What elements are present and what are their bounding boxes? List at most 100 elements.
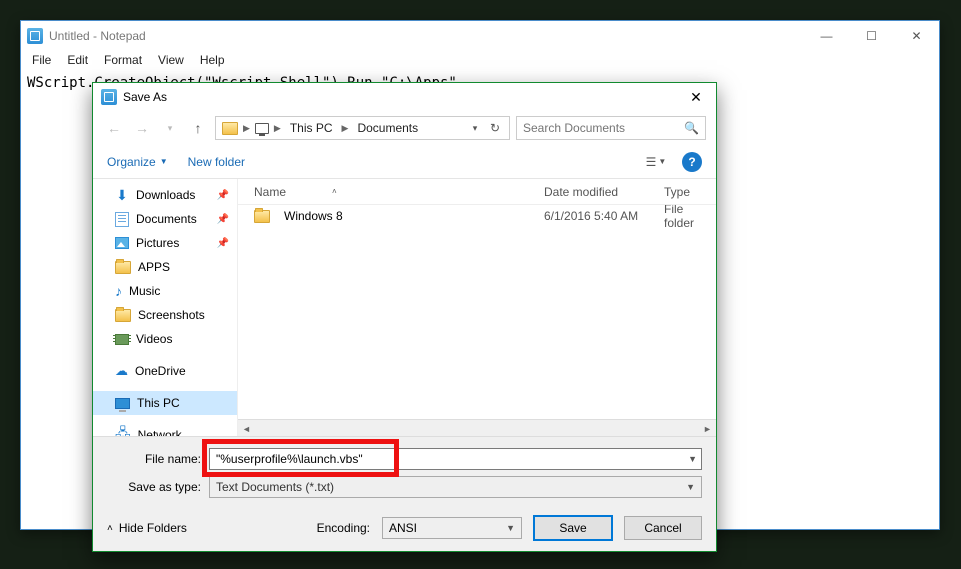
address-dropdown-icon[interactable]: ▾	[465, 117, 485, 139]
chevron-down-icon[interactable]: ▼	[506, 523, 515, 533]
tree-item-network[interactable]: 🖧Network	[93, 423, 237, 436]
saveas-icon	[101, 89, 117, 105]
saveas-toolbar: Organize ▼ New folder ☰ ▼ ?	[93, 145, 716, 179]
documents-icon	[115, 212, 129, 227]
address-bar[interactable]: ▶ ▶ This PC ▶ Documents ▾ ↻	[215, 116, 510, 140]
close-button[interactable]: ✕	[894, 21, 939, 51]
column-type[interactable]: Type	[658, 185, 716, 199]
help-button[interactable]: ?	[682, 152, 702, 172]
file-type: File folder	[658, 205, 716, 230]
tree-item-onedrive[interactable]: ☁ OneDrive	[93, 359, 237, 383]
chevron-down-icon[interactable]: ▼	[688, 454, 697, 464]
minimize-button[interactable]: —	[804, 21, 849, 51]
saveas-navbar: ← → ▾ ↑ ▶ ▶ This PC ▶ Documents ▾ ↻ 🔍	[93, 111, 716, 145]
column-name-label: Name	[254, 185, 286, 199]
chevron-down-icon: ▼	[658, 157, 666, 166]
maximize-button[interactable]: ☐	[849, 21, 894, 51]
menu-file[interactable]: File	[25, 51, 58, 71]
saveas-titlebar[interactable]: Save As ✕	[93, 83, 716, 111]
scroll-track[interactable]	[255, 420, 699, 436]
file-row[interactable]: Windows 86/1/2016 5:40 AMFile folder	[238, 205, 716, 227]
search-icon[interactable]: 🔍	[684, 121, 699, 135]
tree-item-downloads[interactable]: ⬇ Downloads 📌	[93, 183, 237, 207]
onedrive-icon: ☁	[115, 363, 128, 379]
nav-recent-icon[interactable]: ▾	[159, 117, 181, 139]
filetype-combo[interactable]: Text Documents (*.txt) ▼	[209, 476, 702, 498]
tree-item-label: This PC	[137, 396, 180, 410]
encoding-value: ANSI	[389, 521, 417, 535]
chevron-down-icon[interactable]: ▼	[686, 482, 695, 492]
search-box[interactable]: 🔍	[516, 116, 706, 140]
organize-button[interactable]: Organize ▼	[107, 155, 168, 169]
tree-item-screenshots[interactable]: Screenshots	[93, 303, 237, 327]
encoding-label: Encoding:	[317, 521, 370, 535]
notepad-title: Untitled - Notepad	[49, 29, 804, 43]
menu-help[interactable]: Help	[193, 51, 232, 71]
saveas-close-button[interactable]: ✕	[676, 84, 716, 110]
breadcrumb-this-pc[interactable]: This PC	[286, 121, 337, 135]
tree-item-label: Documents	[136, 212, 197, 226]
filename-field[interactable]: ▼	[209, 448, 702, 470]
notepad-titlebar[interactable]: Untitled - Notepad — ☐ ✕	[21, 21, 939, 51]
filename-label: File name:	[107, 452, 201, 466]
saveas-fields: File name: ▼ Save as type: Text Document…	[93, 436, 716, 505]
tree-item-label: OneDrive	[135, 364, 186, 378]
nav-forward-icon[interactable]: →	[131, 117, 153, 139]
scroll-right-icon[interactable]: ►	[699, 420, 716, 437]
tree-item-label: Music	[129, 284, 160, 298]
view-options-button[interactable]: ☰ ▼	[638, 151, 674, 173]
folder-icon	[115, 261, 131, 274]
menu-format[interactable]: Format	[97, 51, 149, 71]
tree-item-this-pc[interactable]: This PC	[93, 391, 237, 415]
refresh-icon[interactable]: ↻	[485, 117, 505, 139]
search-input[interactable]	[523, 121, 684, 135]
tree-item-pictures[interactable]: Pictures 📌	[93, 231, 237, 255]
chevron-right-icon[interactable]: ▶	[243, 123, 250, 134]
pin-icon: 📌	[217, 238, 229, 249]
cancel-button[interactable]: Cancel	[624, 516, 702, 540]
nav-back-icon[interactable]: ←	[103, 117, 125, 139]
chevron-down-icon: ▼	[160, 157, 168, 166]
tree-item-label: Screenshots	[138, 308, 205, 322]
organize-label: Organize	[107, 155, 156, 169]
save-as-dialog: Save As ✕ ← → ▾ ↑ ▶ ▶ This PC ▶ Document…	[92, 82, 717, 552]
saveas-footer: ˄ Hide Folders Encoding: ANSI ▼ Save Can…	[93, 505, 716, 551]
file-name: Windows 8	[284, 209, 343, 223]
folder-tree[interactable]: ⬇ Downloads 📌 Documents📌 Pictures 📌 APPS ♪ Music…	[93, 179, 237, 436]
music-icon: ♪	[115, 283, 122, 299]
scroll-left-icon[interactable]: ◄	[238, 420, 255, 437]
tree-item-label: Downloads	[136, 188, 195, 202]
encoding-combo[interactable]: ANSI ▼	[382, 517, 522, 539]
column-name[interactable]: Name ˄	[248, 185, 538, 199]
file-list-header: Name ˄ Date modified Type	[238, 179, 716, 205]
filetype-value: Text Documents (*.txt)	[216, 480, 334, 494]
chevron-right-icon[interactable]: ▶	[342, 123, 349, 134]
file-list: Name ˄ Date modified Type Windows 86/1/2…	[237, 179, 716, 436]
notepad-menubar: File Edit Format View Help	[21, 51, 939, 71]
folder-icon	[254, 210, 270, 223]
filename-input[interactable]	[216, 452, 695, 466]
chevron-up-icon: ˄	[107, 523, 113, 534]
pc-icon	[255, 123, 269, 134]
nav-up-icon[interactable]: ↑	[187, 117, 209, 139]
tree-item-music[interactable]: ♪ Music	[93, 279, 237, 303]
file-rows[interactable]: Windows 86/1/2016 5:40 AMFile folder	[238, 205, 716, 419]
hide-folders-button[interactable]: ˄ Hide Folders	[107, 521, 187, 535]
tree-item-apps[interactable]: APPS	[93, 255, 237, 279]
hide-folders-label: Hide Folders	[119, 521, 187, 535]
column-date[interactable]: Date modified	[538, 185, 658, 199]
downloads-icon: ⬇	[115, 188, 129, 202]
tree-item-videos[interactable]: Videos	[93, 327, 237, 351]
pc-icon	[115, 398, 130, 409]
chevron-right-icon[interactable]: ▶	[274, 123, 281, 134]
menu-edit[interactable]: Edit	[60, 51, 95, 71]
save-button[interactable]: Save	[534, 516, 612, 540]
horizontal-scrollbar[interactable]: ◄ ►	[238, 419, 716, 436]
new-folder-button[interactable]: New folder	[188, 155, 245, 169]
sort-caret-icon: ˄	[332, 187, 337, 196]
breadcrumb-documents[interactable]: Documents	[353, 121, 422, 135]
tree-item-documents[interactable]: Documents📌	[93, 207, 237, 231]
pin-icon: 📌	[217, 190, 229, 201]
menu-view[interactable]: View	[151, 51, 191, 71]
tree-item-label: Pictures	[136, 236, 179, 250]
